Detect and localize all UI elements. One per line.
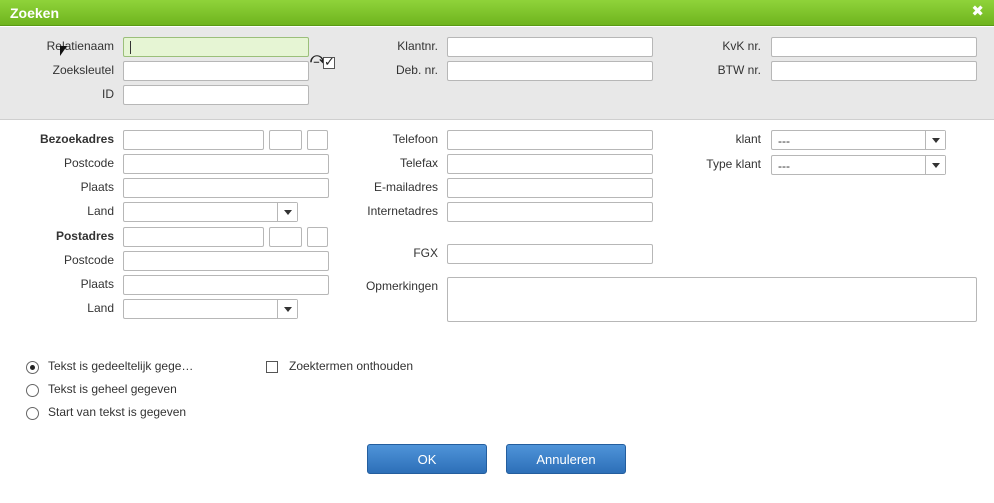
email-label: E-mailadres (373, 180, 438, 194)
kvk-input[interactable] (771, 37, 977, 57)
close-icon[interactable]: ✖ (971, 4, 984, 20)
postadres-suffix-input[interactable] (307, 227, 328, 247)
mouse-pointer-icon (60, 46, 67, 56)
ok-button[interactable]: OK (367, 444, 487, 474)
klant-label: klant (735, 132, 761, 146)
chevron-down-icon[interactable] (277, 203, 297, 221)
radio-full-label[interactable]: Tekst is geheel gegeven (48, 382, 177, 396)
link-checkbox[interactable] (323, 54, 335, 70)
email-input[interactable] (447, 178, 653, 198)
chevron-down-icon[interactable] (925, 156, 945, 174)
bezoekadres-suffix-input[interactable] (307, 130, 328, 150)
telefax-input[interactable] (447, 154, 653, 174)
plaats-label: Plaats (80, 180, 114, 194)
type-klant-label: Type klant (706, 157, 761, 171)
telefoon-input[interactable] (447, 130, 653, 150)
internetadres-input[interactable] (447, 202, 653, 222)
debnr-input[interactable] (447, 61, 653, 81)
telefoon-label: Telefoon (392, 132, 438, 146)
opmerkingen-label: Opmerkingen (365, 279, 438, 293)
postadres-label: Postadres (55, 229, 114, 243)
radio-full[interactable] (26, 384, 39, 397)
debnr-label: Deb. nr. (395, 63, 438, 77)
land2-label: Land (87, 301, 114, 315)
plaats2-label: Plaats (80, 277, 114, 291)
zoeksleutel-input[interactable] (123, 61, 309, 81)
bezoekadres-street-input[interactable] (123, 130, 264, 150)
radio-partial[interactable] (26, 361, 39, 374)
bezoekadres-number-input[interactable] (269, 130, 302, 150)
remember-terms-checkbox[interactable] (266, 361, 278, 373)
id-input[interactable] (123, 85, 309, 105)
postcode-label: Postcode (63, 156, 114, 170)
fgx-label: FGX (413, 246, 438, 260)
relatienaam-input[interactable] (123, 37, 309, 57)
radio-start[interactable] (26, 407, 39, 420)
dialog-titlebar: Zoeken ✖ (0, 0, 994, 26)
type-klant-select[interactable]: --- (771, 155, 946, 175)
relatienaam-label: Relatienaam (46, 39, 114, 53)
internetadres-label: Internetadres (367, 204, 438, 218)
id-label: ID (102, 87, 114, 101)
chevron-down-icon[interactable] (277, 300, 297, 318)
kvk-label: KvK nr. (722, 39, 761, 53)
postcode2-label: Postcode (63, 253, 114, 267)
cancel-button[interactable]: Annuleren (506, 444, 626, 474)
klant-select[interactable]: --- (771, 130, 946, 150)
radio-start-label[interactable]: Start van tekst is gegeven (48, 405, 186, 419)
postadres-street-input[interactable] (123, 227, 264, 247)
radio-partial-label[interactable]: Tekst is gedeeltelijk gege… (48, 359, 193, 373)
land-label: Land (87, 204, 114, 218)
remember-terms-label[interactable]: Zoektermen onthouden (289, 359, 413, 373)
post-postcode-input[interactable] (123, 251, 329, 271)
opmerkingen-textarea[interactable] (447, 277, 977, 322)
bezoekadres-label: Bezoekadres (39, 132, 114, 146)
telefax-label: Telefax (399, 156, 438, 170)
klantnr-input[interactable] (447, 37, 653, 57)
text-caret (130, 41, 131, 54)
btw-label: BTW nr. (717, 63, 761, 77)
fgx-input[interactable] (447, 244, 653, 264)
btw-input[interactable] (771, 61, 977, 81)
bezoek-postcode-input[interactable] (123, 154, 329, 174)
post-land-select[interactable] (123, 299, 298, 319)
chevron-down-icon[interactable] (925, 131, 945, 149)
bezoek-plaats-input[interactable] (123, 178, 329, 198)
dialog-title: Zoeken (10, 5, 60, 21)
type-klant-select-value: --- (778, 159, 790, 173)
klantnr-label: Klantnr. (397, 39, 438, 53)
postadres-number-input[interactable] (269, 227, 302, 247)
post-plaats-input[interactable] (123, 275, 329, 295)
bezoek-land-select[interactable] (123, 202, 298, 222)
klant-select-value: --- (778, 134, 790, 148)
zoeksleutel-label: Zoeksleutel (52, 63, 114, 77)
